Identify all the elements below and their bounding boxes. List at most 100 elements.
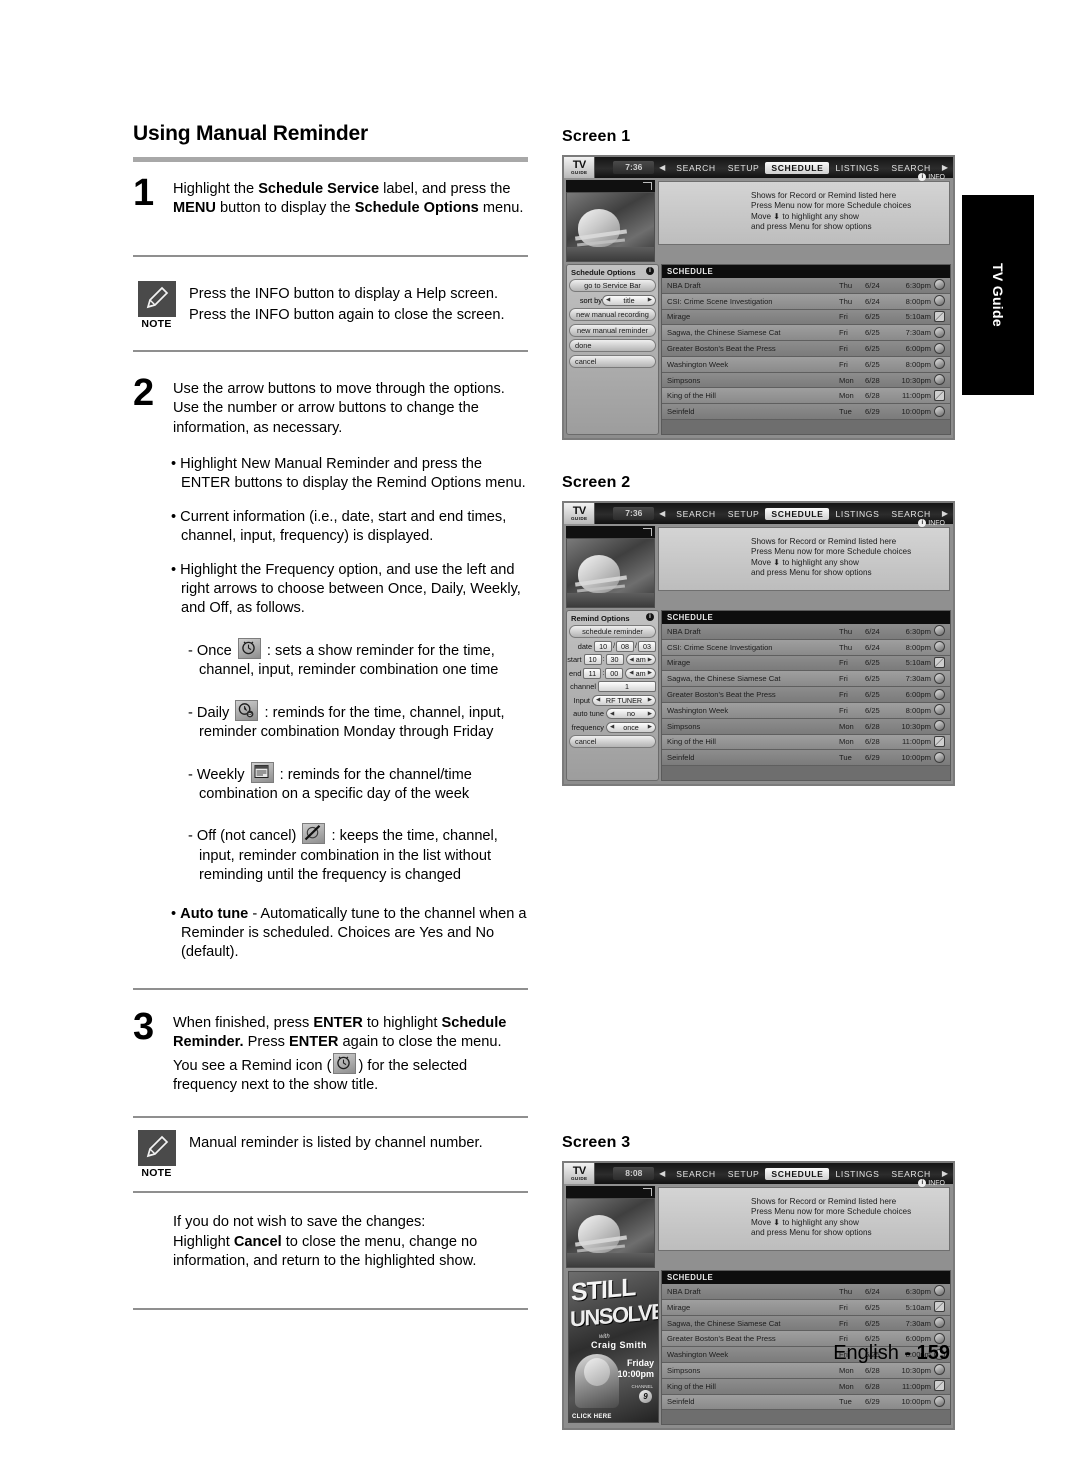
tv-nav-search-0[interactable]: SEARCH xyxy=(670,508,721,520)
input-select[interactable]: ◀ RF TUNER ▶ xyxy=(592,694,656,706)
ad-click-here[interactable]: CLICK HERE xyxy=(572,1414,612,1420)
nav-next-arrow-icon[interactable]: ▶ xyxy=(942,163,948,172)
btn-cancel[interactable]: cancel xyxy=(569,735,656,749)
info-dot-icon[interactable]: i xyxy=(646,267,654,275)
nav-next-arrow-icon[interactable]: ▶ xyxy=(942,1169,948,1178)
table-row[interactable]: CSI: Crime Scene Investigation Thu 6/24 8:0… xyxy=(662,639,950,656)
field-frequency[interactable]: frequency ◀ once ▶ xyxy=(569,721,656,733)
table-row[interactable]: Seinfeld Tue 6/29 10:00pm xyxy=(662,1394,950,1411)
tv-nav-setup-1[interactable]: SETUP xyxy=(722,162,766,174)
field-date[interactable]: date 10/08/03 xyxy=(569,640,656,652)
info-button[interactable]: i INFO xyxy=(918,173,945,181)
tv-preview-video[interactable] xyxy=(566,192,655,262)
tv-nav-schedule-2[interactable]: SCHEDULE xyxy=(765,161,830,174)
start-ampm[interactable]: ◀ am ▶ xyxy=(625,654,656,666)
tv-preview-video[interactable] xyxy=(566,1198,655,1269)
screen-label-2: Screen 2 xyxy=(562,474,631,492)
table-row[interactable]: CSI: Crime Scene Investigation Thu 6/24 8:0… xyxy=(662,293,950,310)
tv-guide-screen-1[interactable]: TV GUIDE 7:36 ◀ SEARCH SETUP SCHEDULE LISTINGS S… xyxy=(562,155,955,441)
cancel-line-1: If you do not wish to save the changes: xyxy=(173,1214,426,1231)
btn-schedule-reminder[interactable]: schedule reminder xyxy=(569,625,656,639)
start-hour[interactable]: 10 xyxy=(583,654,602,666)
tv-nav-search-4[interactable]: SEARCH xyxy=(885,1168,936,1180)
tv-clock: 8:08 xyxy=(613,1167,655,1181)
date-part-0[interactable]: 10 xyxy=(594,640,613,652)
date-part-2[interactable]: 03 xyxy=(638,640,656,652)
btn-done[interactable]: done xyxy=(569,339,656,352)
table-row[interactable]: Sagwa, the Chinese Siamese Cat Fri 6/25 7:3… xyxy=(662,1315,950,1332)
cancel-l2a: Highlight xyxy=(173,1233,234,1250)
date-part-1[interactable]: 08 xyxy=(616,640,635,652)
table-row[interactable]: Mirage Fri 6/25 5:10am xyxy=(662,309,950,326)
table-row[interactable]: Sagwa, the Chinese Siamese Cat Fri 6/25 7:3… xyxy=(662,671,950,688)
table-row[interactable]: NBA Draft Thu 6/24 6:30pm xyxy=(662,278,950,294)
tv-nav-search-0[interactable]: SEARCH xyxy=(670,162,721,174)
end-minute[interactable]: 00 xyxy=(605,667,624,679)
end-hour[interactable]: 11 xyxy=(583,667,602,679)
table-row[interactable]: Seinfeld Tue 6/29 10:00pm xyxy=(662,750,950,767)
table-row[interactable]: King of the Hill Mon 6/28 11:00pm xyxy=(662,388,950,405)
clock-daily-icon: D xyxy=(235,699,259,721)
sort-by-select[interactable]: ◀ title ▶ xyxy=(602,294,656,306)
field-input[interactable]: Input ◀ RF TUNER ▶ xyxy=(569,694,656,706)
table-row[interactable]: Mirage Fri 6/25 5:10am xyxy=(662,1299,950,1316)
tv-guide-screen-2[interactable]: TV GUIDE 7:36 ◀ SEARCH SETUP SCHEDULE LISTINGS S… xyxy=(562,501,955,787)
table-row[interactable]: Simpsons Mon 6/28 10:30pm xyxy=(662,1362,950,1379)
nav-next-arrow-icon[interactable]: ▶ xyxy=(942,509,948,518)
nav-prev-arrow-icon[interactable]: ◀ xyxy=(659,1169,665,1178)
tv-nav-listings-3[interactable]: LISTINGS xyxy=(829,162,885,174)
field-channel[interactable]: channel 1 xyxy=(569,681,656,693)
info-button[interactable]: i INFO xyxy=(918,1179,945,1188)
table-row[interactable]: Simpsons Mon 6/28 10:30pm xyxy=(662,718,950,735)
table-row[interactable]: King of the Hill Mon 6/28 11:00pm xyxy=(662,734,950,751)
help-line-2: Press Menu now for more Schedule choices xyxy=(751,201,912,211)
nav-prev-arrow-icon[interactable]: ◀ xyxy=(659,509,665,518)
table-row[interactable]: NBA Draft Thu 6/24 6:30pm xyxy=(662,624,950,640)
s1-p3: MENU xyxy=(173,200,216,217)
btn-new-manual-recording[interactable]: new manual recording xyxy=(569,308,656,321)
table-row[interactable]: Simpsons Mon 6/28 10:30pm xyxy=(662,372,950,389)
frequency-select[interactable]: ◀ once ▶ xyxy=(606,721,656,733)
btn-cancel[interactable]: cancel xyxy=(569,354,656,368)
tv-nav-listings-3[interactable]: LISTINGS xyxy=(829,1168,885,1180)
tv-nav-search-4[interactable]: SEARCH xyxy=(885,508,936,520)
tv-guide-screen-3[interactable]: TV GUIDE 8:08 ◀ SEARCH SETUP SCHEDULE LISTINGS S… xyxy=(562,1161,955,1431)
chevron-left-icon: ◀ xyxy=(596,697,601,704)
row-title: CSI: Crime Scene Investigation xyxy=(667,296,773,306)
btn-go-to-service-bar[interactable]: go to Service Bar xyxy=(569,279,656,292)
table-row[interactable]: Seinfeld Tue 6/29 10:00pm xyxy=(662,404,950,421)
remind-daily-icon xyxy=(934,720,945,732)
instructions-column: Using Manual Reminder 1 Highlight the Sc… xyxy=(133,122,528,1310)
tv-nav-search-4[interactable]: SEARCH xyxy=(885,162,936,174)
row-time: 8:00pm xyxy=(905,642,931,652)
end-ampm[interactable]: ◀ am ▶ xyxy=(625,667,656,679)
table-row[interactable]: King of the Hill Mon 6/28 11:00pm xyxy=(662,1378,950,1395)
start-minute[interactable]: 30 xyxy=(605,654,624,666)
tv-preview-video[interactable] xyxy=(566,538,655,609)
table-row[interactable]: Washington Week Fri 6/25 8:00pm xyxy=(662,702,950,719)
info-dot-icon[interactable]: i xyxy=(646,613,654,622)
info-button[interactable]: i INFO xyxy=(918,519,945,528)
table-row[interactable]: Greater Boston's Beat the Press Fri 6/25 6:… xyxy=(662,687,950,703)
field-auto-tune[interactable]: auto tune ◀ no ▶ xyxy=(569,708,656,720)
tv-nav-search-0[interactable]: SEARCH xyxy=(670,1168,721,1180)
tv-nav-setup-1[interactable]: SETUP xyxy=(722,1168,766,1180)
nav-prev-arrow-icon[interactable]: ◀ xyxy=(659,163,665,172)
tv-nav-schedule-2[interactable]: SCHEDULE xyxy=(765,507,830,520)
btn-new-manual-reminder[interactable]: new manual reminder xyxy=(569,323,656,337)
table-row[interactable]: Sagwa, the Chinese Siamese Cat Fri 6/25 7:3… xyxy=(662,325,950,342)
field-start[interactable]: start 10:30 ◀ am ▶ xyxy=(567,654,656,666)
field-end[interactable]: end 11:00 ◀ am ▶ xyxy=(569,667,656,679)
table-row[interactable]: Greater Boston's Beat the Press Fri 6/25 6:… xyxy=(662,341,950,357)
table-row[interactable]: NBA Draft Thu 6/24 6:30pm xyxy=(662,1284,950,1300)
table-row[interactable]: Mirage Fri 6/25 5:10am xyxy=(662,655,950,672)
auto-tune-select[interactable]: ◀ no ▶ xyxy=(606,708,656,720)
tv-nav-schedule-2[interactable]: SCHEDULE xyxy=(765,1167,830,1180)
channel-value[interactable]: 1 xyxy=(598,681,656,693)
row-time: 6:30pm xyxy=(905,1286,931,1296)
bullet-1-text: Highlight New Manual Reminder and press … xyxy=(180,456,526,492)
tv-nav-setup-1[interactable]: SETUP xyxy=(722,508,766,520)
sort-by-row[interactable]: sort by ◀ title ▶ xyxy=(569,294,656,306)
table-row[interactable]: Washington Week Fri 6/25 8:00pm xyxy=(662,356,950,373)
tv-nav-listings-3[interactable]: LISTINGS xyxy=(829,508,885,520)
